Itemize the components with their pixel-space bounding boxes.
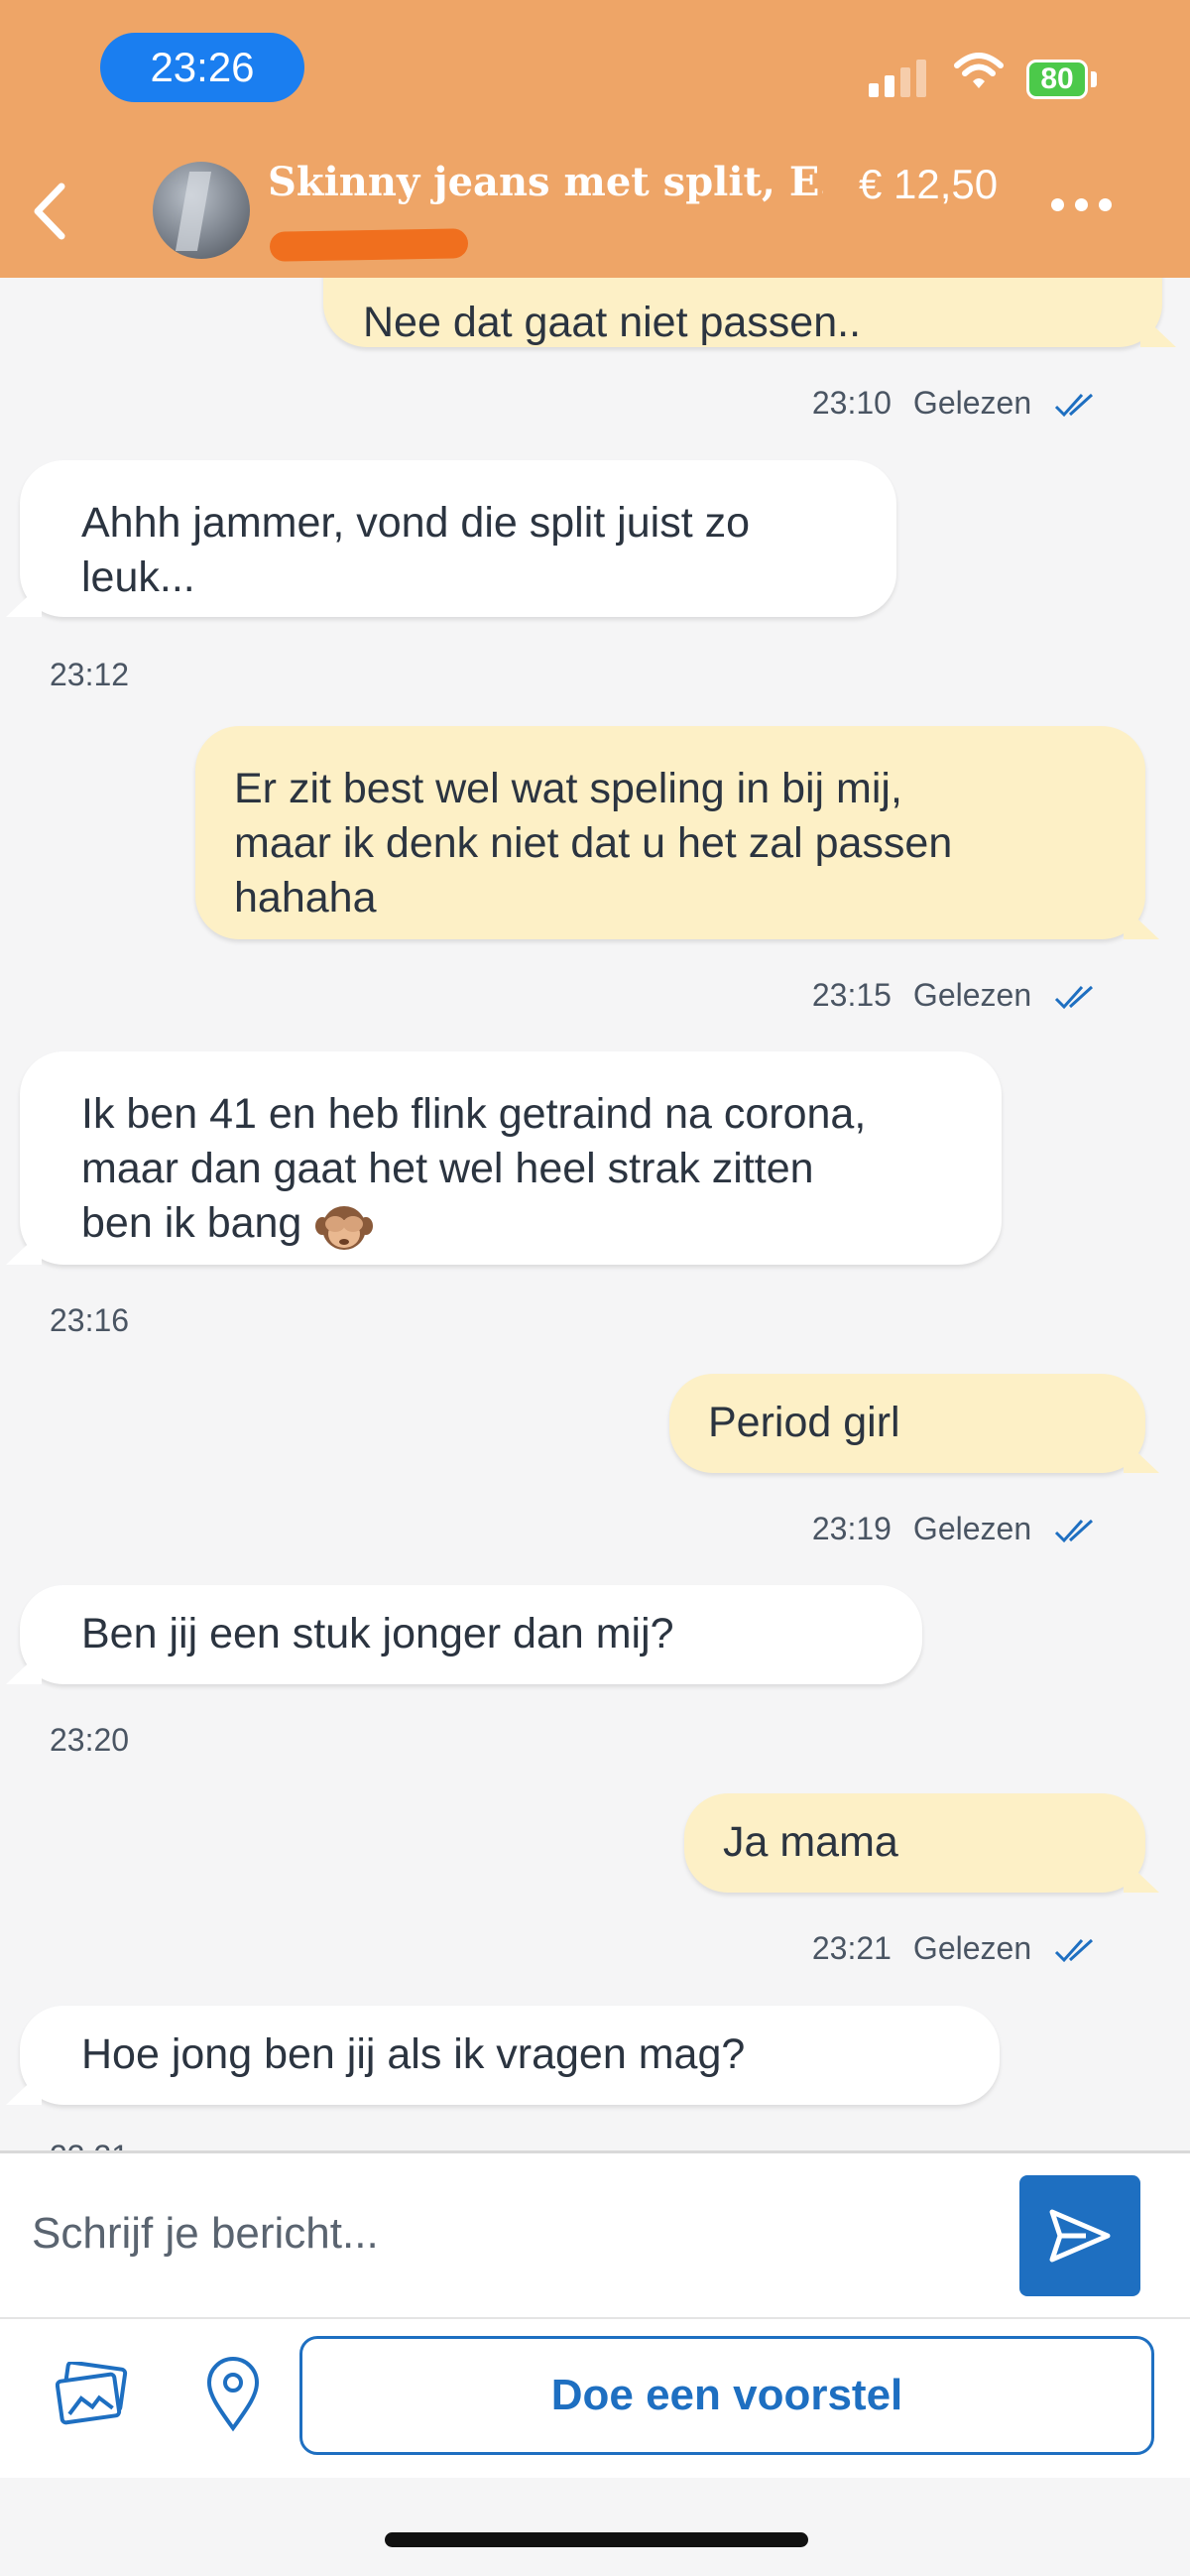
- message-line: Ahhh jammer, vond die split juist zo: [81, 499, 750, 547]
- message-meta: 23:10 Gelezen: [812, 385, 1096, 422]
- more-dots-icon[interactable]: [1051, 198, 1112, 211]
- message-outgoing: Period girl: [669, 1374, 1145, 1473]
- read-check-icon: [1054, 1519, 1094, 1542]
- message-meta: 23:19 Gelezen: [812, 1511, 1096, 1547]
- cell-signal-icon: [869, 58, 930, 97]
- battery-cap: [1091, 71, 1097, 87]
- status-time: 23:26: [100, 33, 304, 102]
- read-check-icon: [1054, 1938, 1094, 1962]
- message-time: 23:16: [50, 1302, 130, 1338]
- message-line: hahaha: [234, 874, 377, 921]
- composer-divider: [0, 2317, 1190, 2319]
- message-line: ben ik bang: [81, 1199, 302, 1247]
- message-line: maar dan gaat het wel heel strak zitten: [81, 1145, 814, 1192]
- read-check-icon: [1054, 985, 1094, 1009]
- message-text: Period girl: [708, 1399, 900, 1446]
- message-outgoing: Er zit best wel wat speling in bij mij, …: [195, 726, 1145, 939]
- message-outgoing: Nee dat gaat niet passen..: [323, 278, 1162, 347]
- message-line: Ik ben 41 en heb flink getraind na coron…: [81, 1090, 867, 1138]
- message-meta: 23:15 Gelezen: [812, 977, 1096, 1014]
- chat-header: 23:26 80 Skinny jeans met split, E... € …: [0, 0, 1190, 278]
- message-meta: 23:21 Gelezen: [812, 1930, 1096, 1967]
- see-no-evil-monkey-icon: [315, 1205, 374, 1250]
- listing-price: € 12,50: [859, 161, 999, 207]
- message-line: Er zit best wel wat speling in bij mij,: [234, 765, 902, 812]
- message-time: 23:21: [50, 2139, 129, 2150]
- message-incoming: Ben jij een stuk jonger dan mij?: [20, 1585, 922, 1684]
- message-time: 23:19: [811, 1511, 892, 1546]
- location-pin-icon[interactable]: [203, 2357, 263, 2432]
- message-text: Ja mama: [723, 1818, 898, 1866]
- back-chevron-icon[interactable]: [18, 167, 77, 256]
- read-status: Gelezen: [912, 977, 1032, 1013]
- message-line: leuk...: [81, 553, 195, 601]
- message-text: Hoe jong ben jij als ik vragen mag?: [81, 2030, 746, 2078]
- bottom-safe-area: [0, 2478, 1190, 2576]
- redacted-username: [269, 228, 469, 262]
- message-input[interactable]: [30, 2183, 986, 2284]
- home-indicator[interactable]: [385, 2532, 808, 2547]
- message-list[interactable]: Nee dat gaat niet passen.. 23:10 Gelezen …: [0, 278, 1190, 2150]
- battery-indicator: 80: [1026, 60, 1088, 99]
- photo-icon[interactable]: [56, 2362, 131, 2427]
- read-status: Gelezen: [912, 385, 1032, 421]
- message-time: 23:12: [50, 657, 130, 692]
- message-incoming: Hoe jong ben jij als ik vragen mag?: [20, 2006, 1000, 2105]
- message-time: 23:20: [50, 1722, 130, 1758]
- send-button[interactable]: [1019, 2175, 1140, 2296]
- read-status: Gelezen: [912, 1930, 1032, 1966]
- read-status: Gelezen: [912, 1511, 1032, 1546]
- composer: Doe een voorstel: [0, 2150, 1190, 2481]
- read-check-icon: [1054, 393, 1094, 417]
- message-text: Nee dat gaat niet passen..: [363, 299, 862, 346]
- message-time: 23:10: [811, 385, 892, 421]
- message-incoming: Ahhh jammer, vond die split juist zo leu…: [20, 460, 896, 617]
- listing-title[interactable]: Skinny jeans met split, E...: [268, 159, 823, 205]
- send-icon: [1049, 2209, 1111, 2263]
- message-incoming: Ik ben 41 en heb flink getraind na coron…: [20, 1051, 1002, 1265]
- listing-avatar[interactable]: [153, 162, 250, 259]
- message-outgoing: Ja mama: [684, 1793, 1145, 1893]
- make-offer-button[interactable]: Doe een voorstel: [299, 2336, 1154, 2455]
- message-text: Ben jij een stuk jonger dan mij?: [81, 1610, 674, 1657]
- message-time: 23:21: [811, 1930, 892, 1966]
- message-time: 23:15: [811, 977, 892, 1013]
- wifi-icon: [954, 53, 1004, 88]
- message-line: maar ik denk niet dat u het zal passen: [234, 819, 953, 867]
